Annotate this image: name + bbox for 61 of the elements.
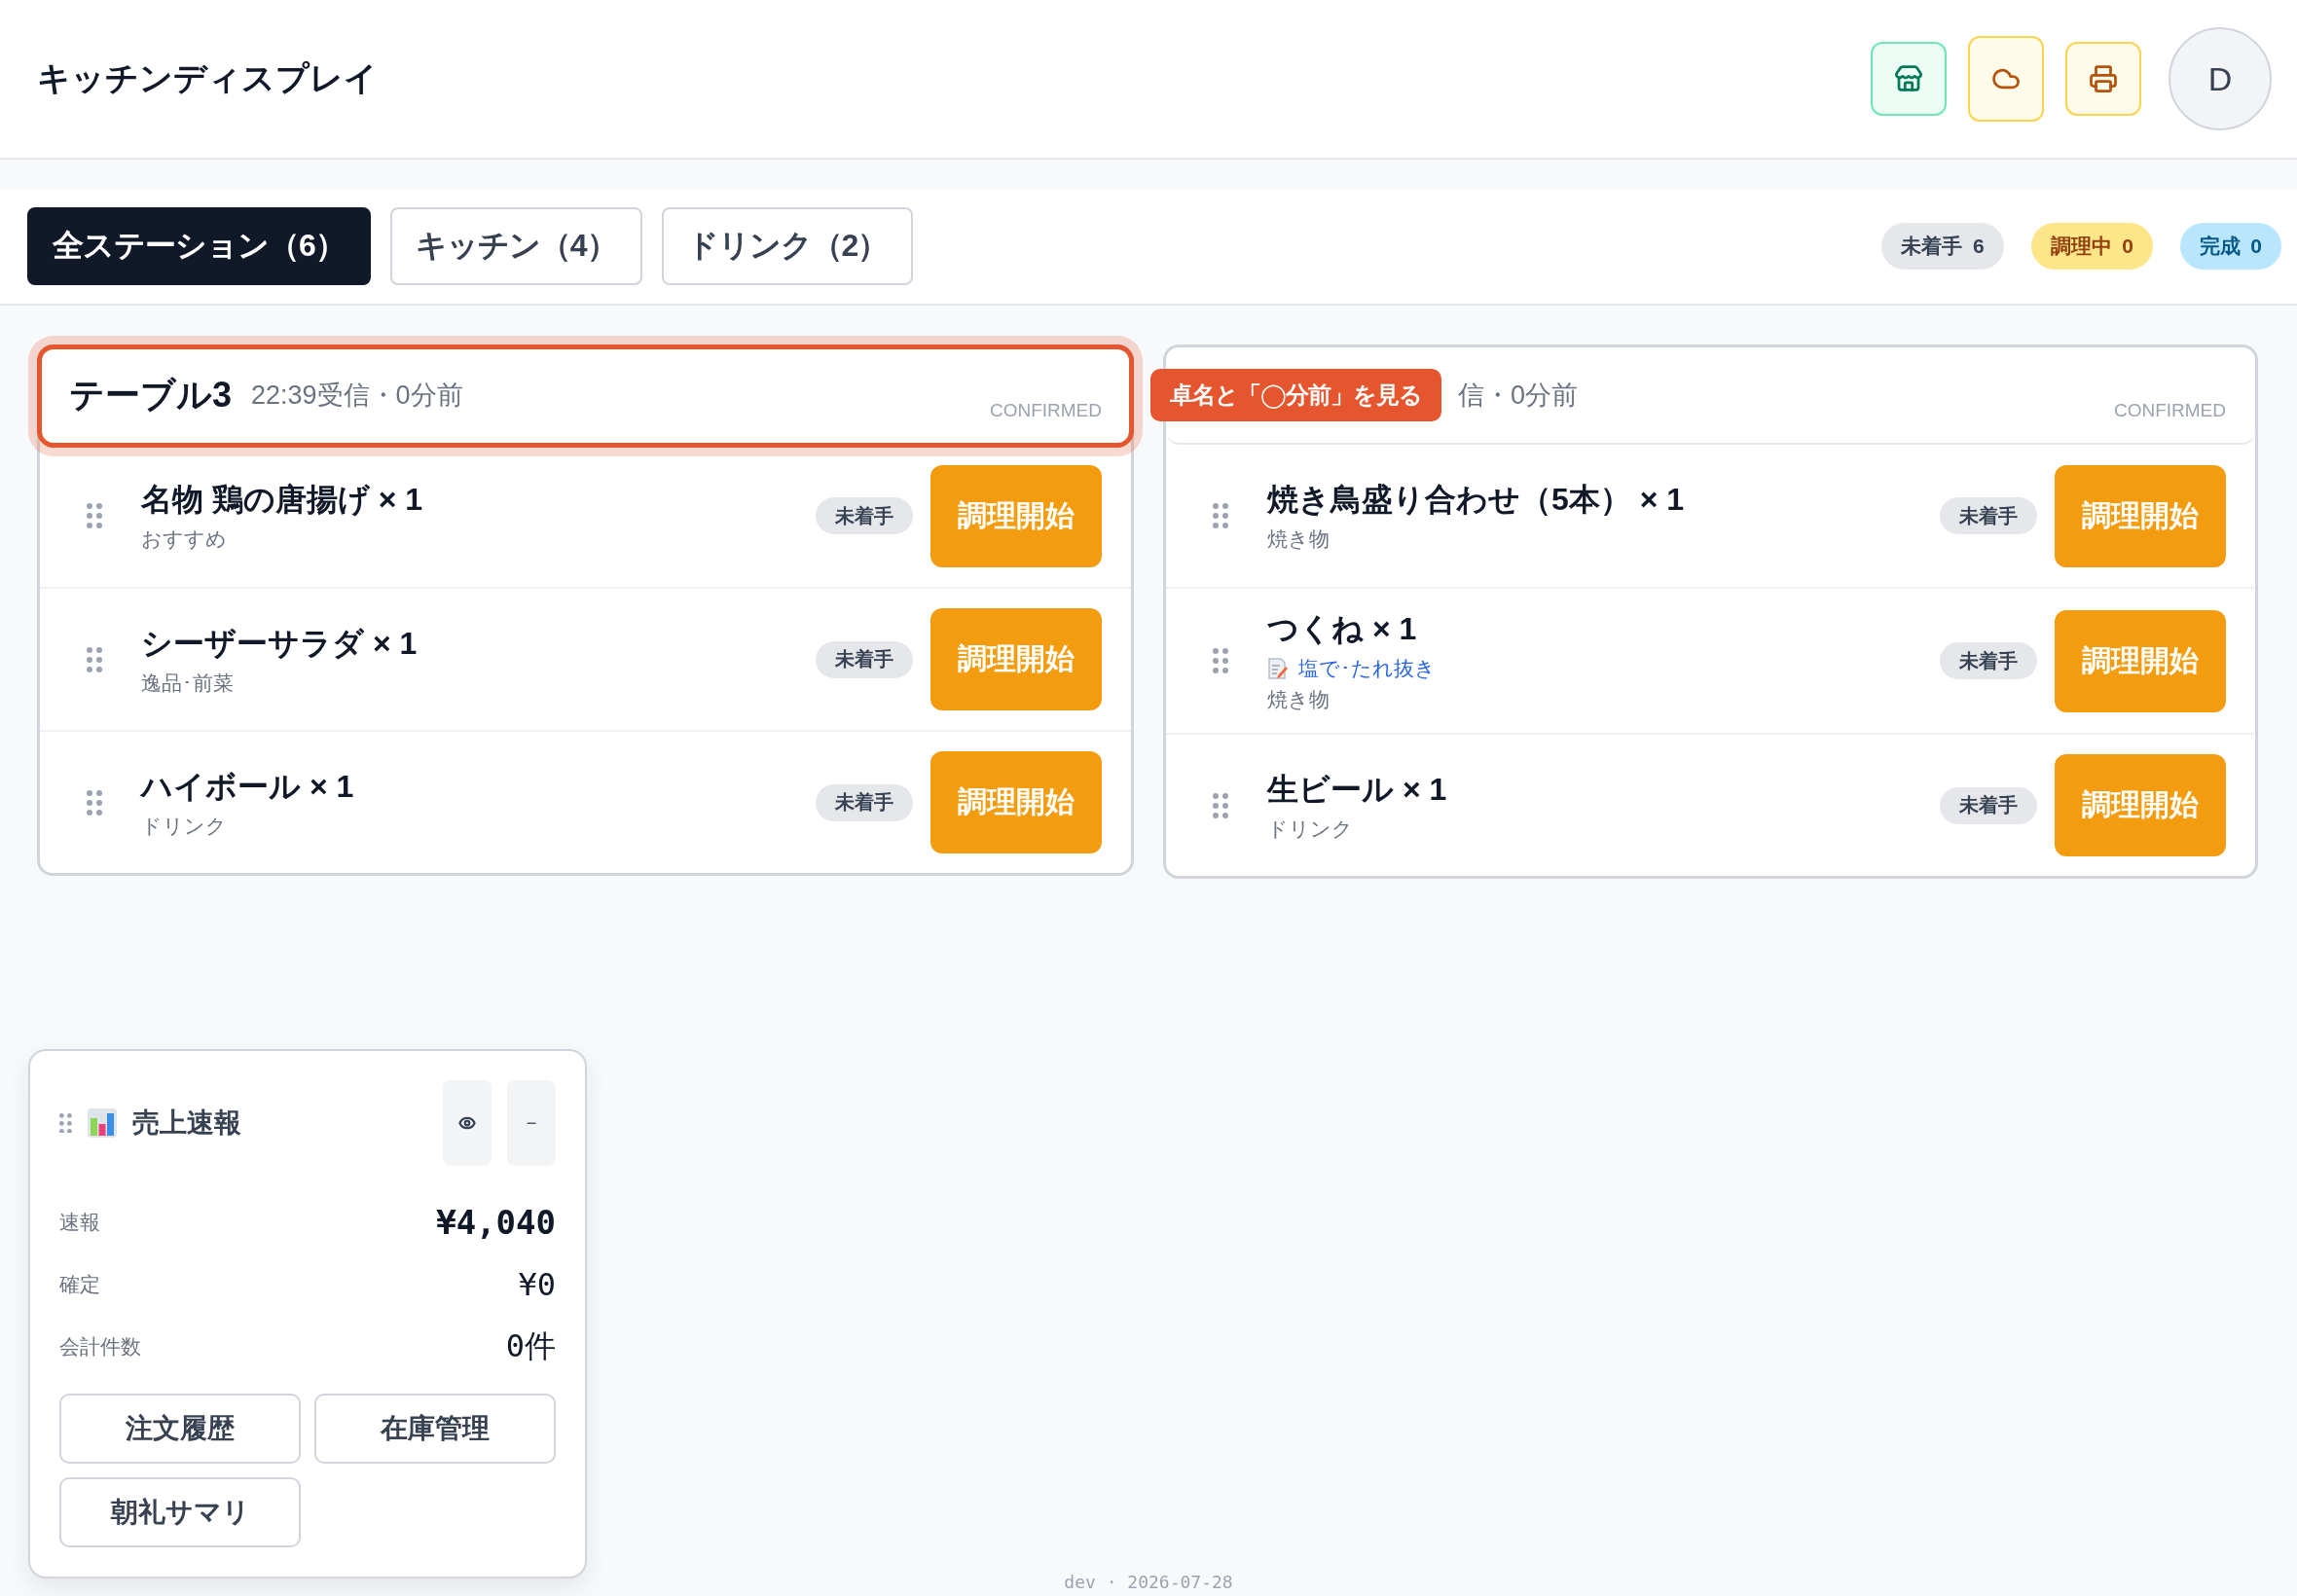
widget-link-button[interactable]: 朝礼サマリ <box>59 1477 301 1547</box>
item-name: 生ビール × 1 <box>1267 770 1448 809</box>
item-category: 焼き物 <box>1267 687 1331 712</box>
item-category: ドリンク <box>141 813 228 839</box>
drag-handle-icon[interactable] <box>87 789 102 816</box>
status-count-badge: 完成 0 <box>2179 223 2281 270</box>
tutorial-tooltip: 卓名と「◯分前」を見る <box>1150 369 1441 421</box>
stat-value: ¥0 <box>518 1266 556 1303</box>
item-status-badge: 未着手 <box>816 783 913 821</box>
user-avatar[interactable]: D <box>2169 27 2272 130</box>
item-name: つくね × 1 <box>1267 610 1418 648</box>
item-name: 焼き鳥盛り合わせ（5本） × 1 <box>1267 481 1686 519</box>
stat-value: ¥4,040 <box>436 1203 556 1242</box>
stat-value: 0件 <box>505 1326 556 1366</box>
station-tab[interactable]: ドリンク（2） <box>661 207 914 285</box>
status-count-badge: 未着手 6 <box>1881 223 2004 270</box>
minimize-button[interactable]: − <box>507 1080 556 1166</box>
stat-label: 速報 <box>59 1210 100 1235</box>
order-status: CONFIRMED <box>989 400 1102 422</box>
cloud-button[interactable] <box>1968 36 2044 122</box>
order-time: 信・0分前 <box>1458 380 1580 412</box>
drag-handle-icon[interactable] <box>1213 503 1228 528</box>
widget-link-button[interactable]: 在庫管理 <box>314 1394 556 1464</box>
store-icon <box>1894 64 1923 93</box>
table-name: テーブル3 <box>69 373 233 417</box>
order-status: CONFIRMED <box>2113 400 2226 422</box>
item-category: ドリンク <box>1267 816 1354 842</box>
bar-chart-icon <box>87 1108 117 1138</box>
item-note: 塩で･たれ抜き <box>1298 656 1436 681</box>
item-status-badge: 未着手 <box>816 640 913 678</box>
widget-title: 売上速報 <box>131 1106 242 1140</box>
station-tab[interactable]: キッチン（4） <box>389 207 642 285</box>
drag-handle-icon[interactable] <box>1213 792 1228 818</box>
item-status-badge: 未着手 <box>816 497 913 534</box>
drag-handle-icon[interactable] <box>87 646 102 672</box>
status-count-badge: 調理中 0 <box>2030 223 2153 270</box>
drag-handle-icon[interactable] <box>87 503 102 528</box>
widget-link-button[interactable]: 注文履歴 <box>59 1394 301 1464</box>
stat-label: 確定 <box>59 1272 100 1297</box>
store-button[interactable] <box>1871 42 1947 116</box>
drag-handle-icon[interactable] <box>1213 648 1228 673</box>
item-category: 焼き物 <box>1267 526 1331 552</box>
drag-handle-icon[interactable] <box>59 1112 72 1134</box>
eye-icon <box>458 1114 476 1132</box>
memo-icon <box>1267 657 1289 680</box>
item-name: ハイボール × 1 <box>141 767 355 806</box>
item-status-badge: 未着手 <box>1940 642 2037 679</box>
printer-button[interactable] <box>2065 42 2141 116</box>
item-category: おすすめ <box>141 526 228 552</box>
item-name: 名物 鶏の唐揚げ × 1 <box>141 481 424 519</box>
visibility-button[interactable] <box>443 1080 492 1166</box>
item-status-badge: 未着手 <box>1940 497 2037 534</box>
item-name: シーザーサラダ × 1 <box>141 624 419 663</box>
page-title: キッチンディスプレイ <box>37 58 378 98</box>
item-status-badge: 未着手 <box>1940 786 2037 824</box>
stat-label: 会計件数 <box>59 1334 141 1360</box>
order-time: 22:39受信・0分前 <box>251 380 464 412</box>
build-info: dev · 2026-07-28 <box>1064 1572 1233 1592</box>
printer-icon <box>2089 64 2118 93</box>
station-tab[interactable]: 全ステーション（6） <box>27 207 371 285</box>
item-category: 逸品･前菜 <box>141 670 235 696</box>
